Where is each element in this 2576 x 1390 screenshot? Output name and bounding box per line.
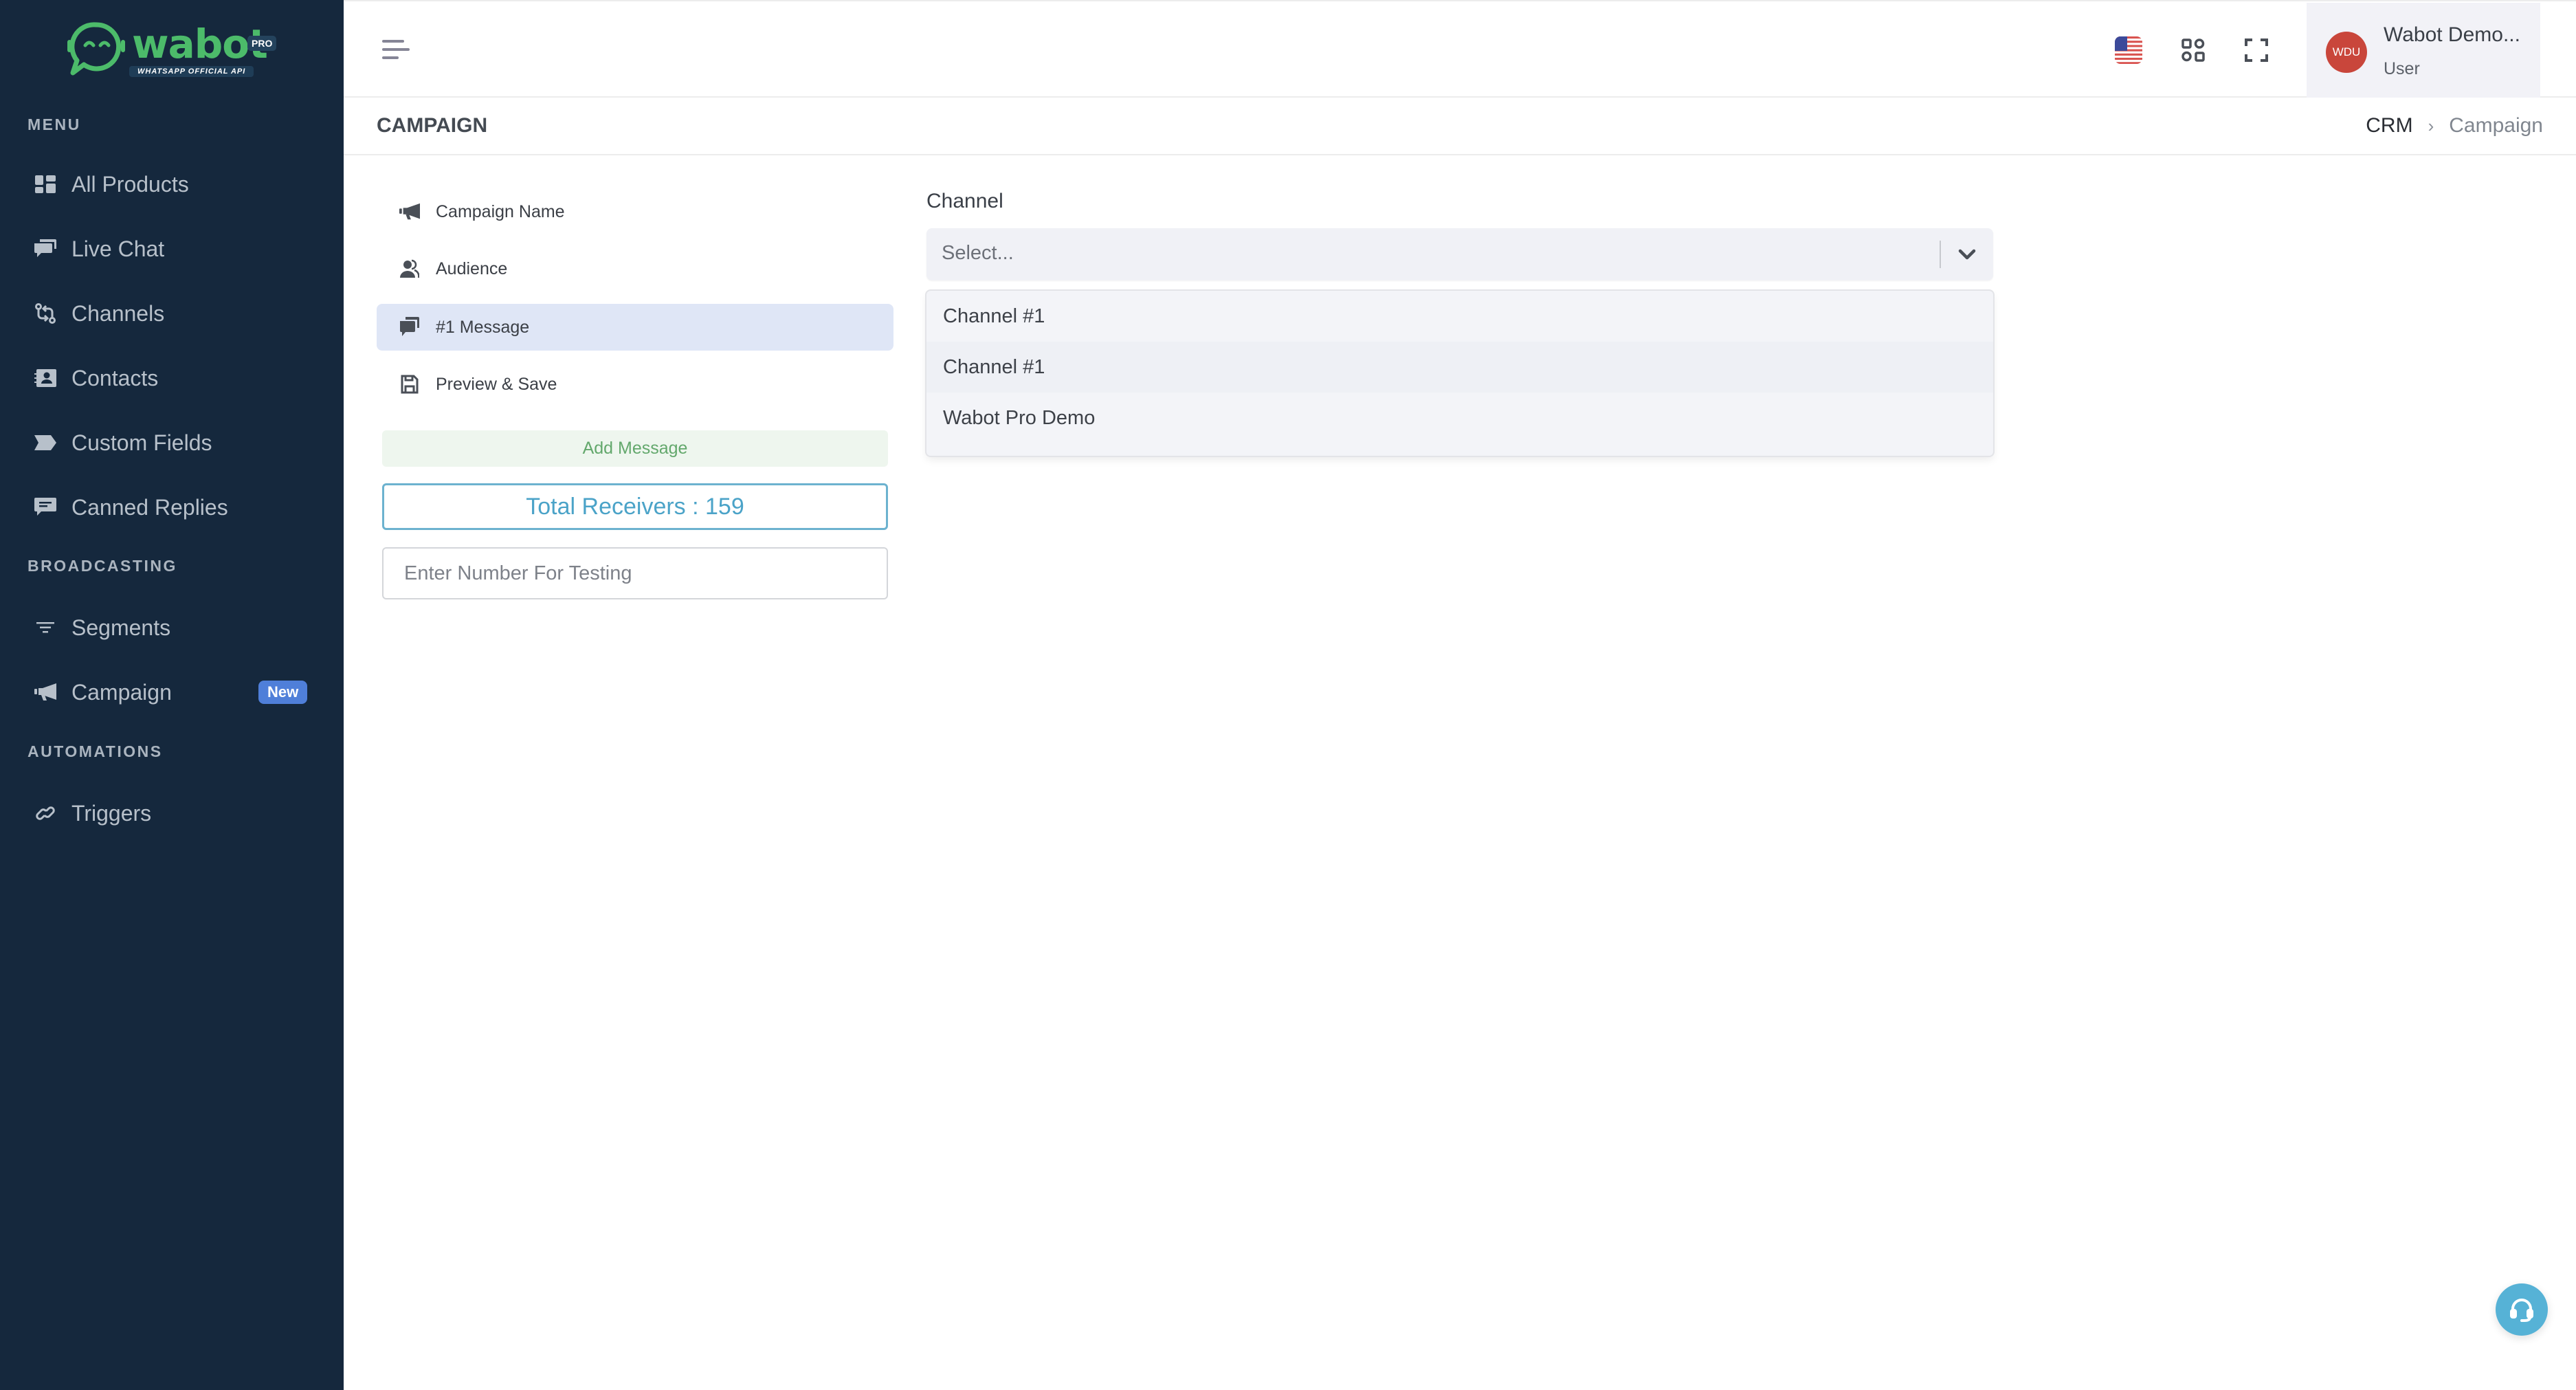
channel-option[interactable]: Channel #1 [926,342,1993,393]
menu-toggle-button[interactable] [382,40,411,60]
channel-option[interactable]: Channel #1 [926,291,1993,342]
sidebar-item-label: Segments [71,615,171,640]
sidebar-item-all-products[interactable]: All Products [0,157,344,212]
chevron-down-icon[interactable] [1955,243,1979,265]
filter-icon [34,617,56,639]
sidebar-item-label: Campaign [71,679,172,705]
sidebar-item-label: Triggers [71,800,152,826]
chat-bubbles-icon [399,316,421,338]
contact-card-icon [34,367,56,389]
headset-icon [2510,1299,2533,1322]
sidebar-item-triggers[interactable]: Triggers [0,786,344,841]
user-name: Wabot Demo... [2384,23,2520,46]
test-number-input[interactable] [382,547,888,599]
save-icon [399,373,421,395]
hamburger-line [382,40,404,43]
channel-dropdown-menu: Channel #1 Channel #1 Wabot Pro Demo [926,291,1993,456]
fullscreen-button[interactable] [2241,34,2272,66]
top-bar: WDU Wabot Demo... User [344,0,2576,98]
sidebar-item-campaign[interactable]: Campaign New [0,665,344,720]
step-label: Audience [436,258,508,278]
support-chat-button[interactable] [2496,1283,2548,1336]
new-badge: New [258,681,308,704]
channel-select[interactable]: Select... [926,228,1993,280]
channel-select-placeholder: Select... [942,242,1014,264]
section-title-automations: AUTOMATIONS [27,742,163,760]
fullscreen-icon [2245,38,2268,62]
add-message-button[interactable]: Add Message [382,430,888,467]
language-selector-button[interactable] [2113,34,2144,66]
sidebar-item-label: Custom Fields [71,430,212,455]
step-audience[interactable]: Audience [377,245,893,292]
breadcrumb-current: Campaign [2449,114,2543,137]
page-title-bar: CAMPAIGN CRM › Campaign [344,98,2576,155]
breadcrumb-crm-link[interactable]: CRM [2366,114,2412,137]
message-text-icon [34,496,56,518]
step-label: Campaign Name [436,201,565,221]
total-receivers-box: Total Receivers : 159 [382,483,888,530]
channel-label: Channel [926,190,1003,212]
megaphone-icon [399,201,421,223]
brand-pro-badge: PRO [247,36,277,51]
step-campaign-name[interactable]: Campaign Name [377,188,893,235]
git-compare-icon [34,302,56,324]
us-flag-icon [2115,36,2142,64]
sidebar-item-label: Live Chat [71,236,165,261]
step-preview-save[interactable]: Preview & Save [377,361,893,408]
chat-bubbles-icon [34,238,56,260]
section-title-broadcasting: BROADCASTING [27,557,177,575]
hamburger-line [382,56,399,59]
brand-logo[interactable]: wabot PRO WHATSAPP OFFICIAL API [66,21,279,78]
hamburger-line [382,48,410,51]
user-profile-menu[interactable]: WDU Wabot Demo... User [2307,3,2540,98]
step-label: Preview & Save [436,374,557,394]
step-message-1[interactable]: #1 Message [377,304,893,351]
sidebar-item-channels[interactable]: Channels [0,286,344,341]
step-label: #1 Message [436,317,530,337]
megaphone-icon [34,681,56,703]
chat-face-icon [67,22,125,76]
channel-option[interactable]: Wabot Pro Demo [926,393,1993,443]
user-role: User [2384,59,2420,78]
chevron-right-icon: › [2428,115,2434,136]
tag-icon [34,432,56,454]
sidebar-item-label: All Products [71,171,189,197]
brand-subtitle: WHATSAPP OFFICIAL API [129,66,254,77]
sidebar-item-canned-replies[interactable]: Canned Replies [0,480,344,535]
sidebar-item-label: Canned Replies [71,494,228,520]
apps-button[interactable] [2177,34,2209,66]
section-title-menu: MENU [27,115,81,133]
sidebar-item-label: Contacts [71,365,159,390]
sidebar-item-contacts[interactable]: Contacts [0,351,344,406]
page-title: CAMPAIGN [377,114,488,137]
sidebar-item-live-chat[interactable]: Live Chat [0,221,344,276]
select-divider [1940,241,1941,268]
sidebar: wabot PRO WHATSAPP OFFICIAL API MENU All… [0,0,344,1390]
sidebar-item-label: Channels [71,300,165,326]
link-icon [34,802,56,824]
apps-grid-icon [2181,38,2205,62]
avatar: WDU [2326,32,2367,73]
users-icon [399,258,421,280]
grid-icon [34,173,56,195]
breadcrumb: CRM › Campaign [2366,114,2543,137]
sidebar-item-custom-fields[interactable]: Custom Fields [0,415,344,470]
sidebar-item-segments[interactable]: Segments [0,600,344,655]
